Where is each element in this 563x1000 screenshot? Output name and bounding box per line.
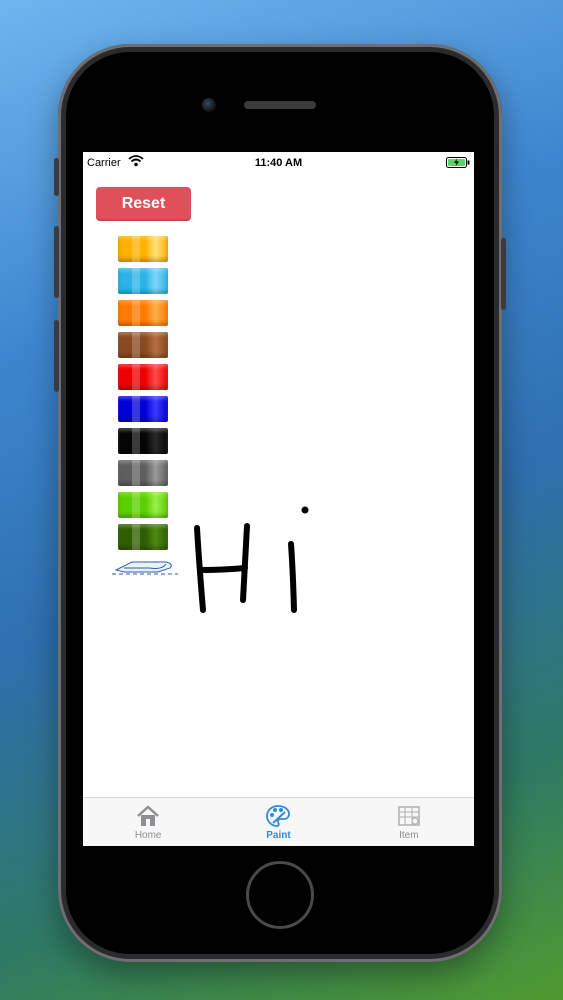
app-screen: Carrier 11:40 AM Reset Home Paint Item (83, 152, 474, 846)
tab-home[interactable]: Home (83, 798, 213, 846)
tab-item-label: Item (399, 830, 419, 841)
front-camera (202, 98, 216, 112)
item-icon (398, 806, 420, 826)
mute-switch (54, 158, 59, 196)
stroke-h-right (240, 523, 250, 603)
volume-up-button (54, 226, 59, 298)
handwritten-hi (194, 523, 297, 613)
tab-item[interactable]: Item (344, 798, 474, 846)
home-button (246, 861, 314, 929)
palette-icon (266, 805, 291, 827)
stroke-i-dot (301, 506, 309, 514)
tab-home-label: Home (134, 830, 162, 841)
earpiece-speaker (244, 101, 316, 109)
volume-down-button (54, 320, 59, 392)
stroke-h-bar (199, 565, 248, 573)
tab-bar: Home Paint Item (83, 797, 474, 846)
tab-paint[interactable]: Paint (213, 798, 343, 846)
tab-paint-label: Paint (266, 830, 291, 841)
stroke-i (288, 541, 297, 613)
drawing-canvas[interactable] (83, 152, 474, 846)
house-icon (137, 805, 159, 826)
power-button (501, 238, 506, 310)
